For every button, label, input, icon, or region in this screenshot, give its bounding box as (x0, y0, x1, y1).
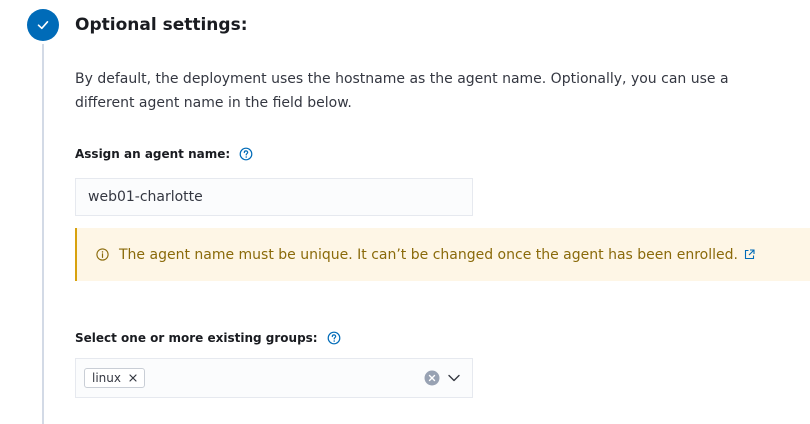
group-pill[interactable]: linux (84, 368, 145, 388)
unique-name-callout: The agent name must be unique. It can’t … (75, 228, 810, 281)
step-title: Optional settings: (75, 15, 248, 35)
groups-combobox[interactable]: linux (75, 358, 473, 398)
checkmark-icon (37, 21, 49, 30)
groups-label: Select one or more existing groups: (75, 330, 341, 346)
optional-settings-step: Optional settings: By default, the deplo… (0, 0, 810, 424)
step-description: By default, the deployment uses the host… (75, 71, 729, 111)
clear-icon[interactable] (424, 370, 440, 386)
question-circle-icon[interactable] (239, 147, 253, 161)
groups-label-text: Select one or more existing groups: (75, 331, 318, 345)
question-circle-icon[interactable] (327, 331, 341, 345)
agent-name-label-text: Assign an agent name: (75, 147, 231, 161)
step-complete-indicator (27, 9, 59, 41)
agent-name-label: Assign an agent name: (75, 146, 253, 162)
step-connector-line (42, 44, 44, 424)
callout-text: The agent name must be unique. It can’t … (119, 246, 738, 263)
external-link-icon[interactable] (744, 249, 755, 260)
close-icon[interactable] (128, 373, 138, 383)
agent-name-input[interactable] (75, 178, 473, 216)
info-circle-icon (96, 248, 109, 261)
group-pill-label: linux (92, 371, 121, 385)
chevron-down-icon[interactable] (447, 371, 461, 385)
